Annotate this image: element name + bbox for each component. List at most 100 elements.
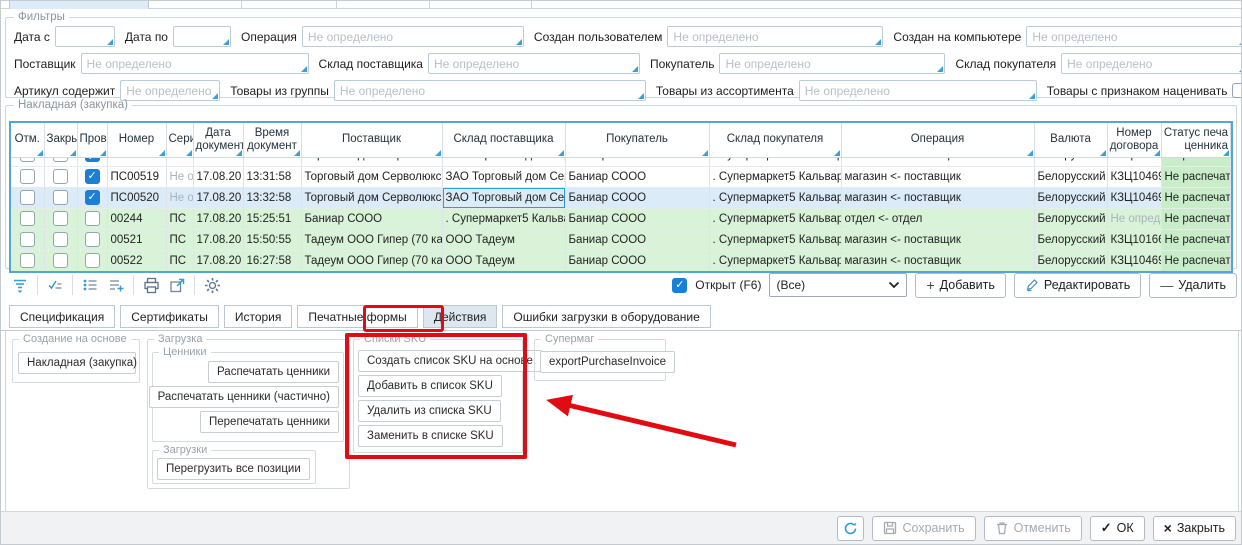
supplier-input[interactable]: Не определено [81,53,309,74]
save-button[interactable]: Сохранить [872,516,975,541]
col-print-status[interactable]: Статус печа ценника [1161,123,1231,157]
closed-checkbox[interactable] [53,211,68,226]
export-purchase-invoice-button[interactable]: exportPurchaseInvoice [540,351,675,373]
goods-group-label: Товары из группы [230,84,329,98]
col-buyer[interactable]: Покупатель [565,123,709,157]
verified-checkbox[interactable] [85,232,100,247]
date-from-input[interactable] [55,26,115,47]
create-sku-list-button[interactable]: Создать список SKU на основе [358,350,542,372]
closed-checkbox[interactable] [53,157,68,162]
scope-select[interactable]: (Все) [769,273,907,297]
col-contract[interactable]: Номер договора [1107,123,1161,157]
invoice-table-wrap: Отм. Закры Прове Номер Сери Дата докумен… [9,121,1233,273]
markup-flag-label: Товары с признаком наценивать [1047,84,1228,98]
invoice-table: Отм. Закры Прове Номер Сери Дата докумен… [11,123,1231,272]
refresh-icon [843,521,858,536]
col-doc-date[interactable]: Дата документ [193,123,243,157]
closed-checkbox[interactable] [53,169,68,184]
closed-checkbox[interactable] [53,253,68,268]
mark-checkbox[interactable] [20,232,35,247]
tab-load-errors[interactable]: Ошибки загрузки в оборудование [502,305,710,328]
verified-checkbox[interactable] [85,190,100,205]
closed-checkbox[interactable] [53,190,68,205]
table-row[interactable]: 00522 ПС 17.08.20 16:27:58 Тадеум ООО Ги… [11,250,1231,271]
markup-flag-checkbox[interactable] [1232,83,1242,98]
col-supplier[interactable]: Поставщик [301,123,442,157]
table-row[interactable]: ПС00519 Не о 17.08.20 13:31:58 Торговый … [11,166,1231,187]
table-row[interactable]: 00244 ПС 17.08.20 15:25:51 Баниар СООО .… [11,208,1231,229]
verified-checkbox[interactable] [85,157,100,162]
delete-button[interactable]: —Удалить [1149,273,1237,298]
print-icon[interactable] [138,273,164,297]
col-currency[interactable]: Валюта [1034,123,1107,157]
col-operation[interactable]: Операция [841,123,1034,157]
tab-specification[interactable]: Спецификация [9,305,115,328]
verified-checkbox[interactable] [85,211,100,226]
article-input[interactable]: Не определено [120,80,220,101]
closed-checkbox[interactable] [53,232,68,247]
refresh-button[interactable] [837,516,864,541]
created-user-input[interactable]: Не определено [667,26,883,47]
top-tab-active-segment[interactable] [9,1,149,9]
close-button[interactable]: ×Закрыть [1153,516,1236,541]
buyer-input[interactable]: Не определено [719,53,945,74]
reprint-pricetags-button[interactable]: Перепечатать ценники [200,411,339,433]
col-closed[interactable]: Закры [44,123,77,157]
date-to-input[interactable] [173,26,231,47]
buyer-warehouse-input[interactable]: Не определено [1061,53,1242,74]
add-to-sku-list-button[interactable]: Добавить в список SKU [358,375,502,397]
col-number[interactable]: Номер [107,123,166,157]
cancel-button[interactable]: Отменить [984,516,1082,541]
footer-bar: Сохранить Отменить ✓ОК ×Закрыть [1,511,1242,544]
print-pricetags-button[interactable]: Распечатать ценники [208,361,339,383]
export-icon[interactable] [164,273,190,297]
col-series[interactable]: Сери [166,123,193,157]
filter-icon[interactable] [7,273,33,297]
add-button[interactable]: +Добавить [915,273,1005,298]
replace-in-sku-list-button[interactable]: Заменить в списке SKU [358,425,503,447]
settings-icon[interactable] [199,273,225,297]
numbered-list-icon[interactable] [77,273,103,297]
tab-actions[interactable]: Действия [423,305,498,328]
create-invoice-purchase-button[interactable]: Накладная (закупка) [18,352,136,374]
table-row-selected[interactable]: ПС00520 Не о 17.08.20 13:32:58 Торговый … [11,187,1231,208]
operation-label: Операция [241,30,297,44]
focused-cell[interactable]: ЗАО Торговый дом Серво [442,187,565,208]
edit-button[interactable]: Редактировать [1014,273,1141,298]
col-supplier-warehouse[interactable]: Склад поставщика [442,123,565,157]
filters-legend: Фильтры [14,11,69,23]
remove-from-sku-list-button[interactable]: Удалить из списка SKU [358,400,501,422]
app-window: Фильтры Дата с Дата по Операция Не опред… [0,0,1242,545]
operation-input[interactable]: Не определено [302,26,524,47]
open-filter-checkbox[interactable] [672,278,687,293]
load-group: Загрузка Ценники Распечатать ценники Рас… [147,339,350,489]
table-row[interactable]: 00521 ПС 17.08.20 15:50:55 Тадеум ООО Ги… [11,229,1231,250]
supplier-warehouse-input[interactable]: Не определено [428,53,640,74]
tab-history[interactable]: История [224,305,293,328]
mark-checkbox[interactable] [20,253,35,268]
checked-list-icon[interactable] [42,273,68,297]
assortment-input[interactable]: Не определено [799,80,1037,101]
mark-checkbox[interactable] [20,157,35,162]
created-computer-input[interactable]: Не определено [1026,26,1242,47]
tab-print-forms[interactable]: Печатные формы [297,305,417,328]
table-row[interactable]: ПС00518 Не о 17.08.20 13:21:53 Торговый … [11,157,1231,166]
goods-group-input[interactable]: Не определено [334,80,646,101]
verified-checkbox[interactable] [85,253,100,268]
print-pricetags-partial-button[interactable]: Распечатать ценники (частично) [149,386,339,408]
reload-all-positions-button[interactable]: Перегрузить все позиции [157,458,310,480]
ok-button[interactable]: ✓ОК [1090,516,1145,541]
tab-certificates[interactable]: Сертификаты [120,305,219,328]
col-buyer-warehouse[interactable]: Склад покупателя [709,123,841,157]
created-user-label: Создан пользователем [534,30,663,44]
verified-checkbox[interactable] [85,169,100,184]
mark-checkbox[interactable] [20,211,35,226]
supermag-legend: Супермаг [541,333,598,345]
col-marked[interactable]: Отм. [11,123,44,157]
supplier-label: Поставщик [14,57,76,71]
add-to-list-icon[interactable] [103,273,129,297]
col-verified[interactable]: Прове [77,123,107,157]
col-doc-time[interactable]: Время документ [243,123,301,157]
mark-checkbox[interactable] [20,169,35,184]
mark-checkbox[interactable] [20,190,35,205]
